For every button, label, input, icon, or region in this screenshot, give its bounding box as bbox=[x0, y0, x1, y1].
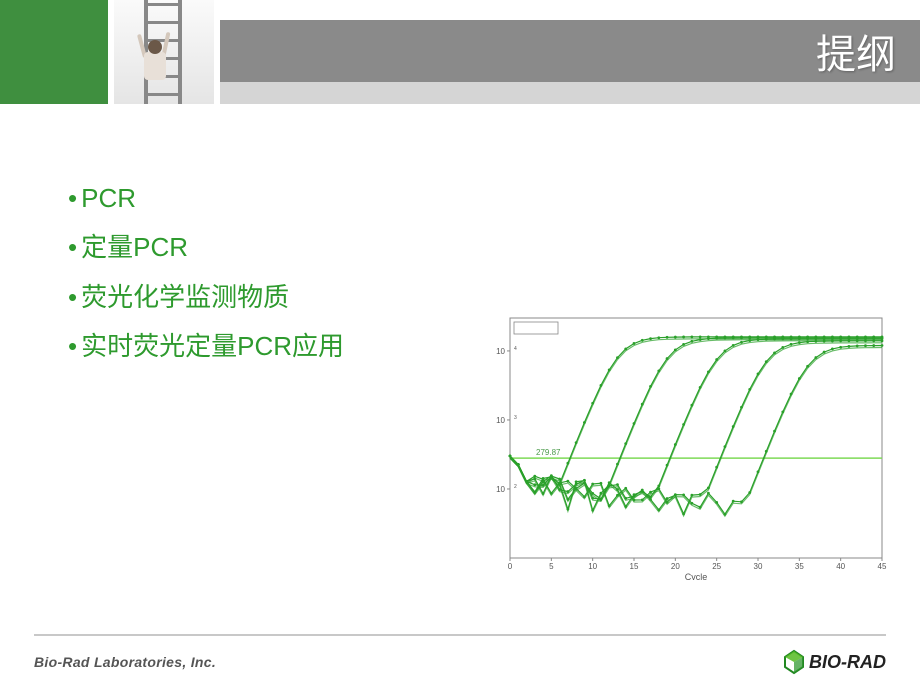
slide-title: 提纲 bbox=[816, 22, 896, 80]
slide-footer: Bio-Rad Laboratories, Inc. BIO-RAD bbox=[0, 634, 920, 690]
header-photo bbox=[114, 0, 214, 104]
list-item: PCR bbox=[68, 174, 920, 223]
svg-text:10: 10 bbox=[496, 485, 505, 494]
svg-text:4: 4 bbox=[514, 346, 517, 352]
title-underbar bbox=[220, 82, 920, 104]
biorad-logo-text: BIO-RAD bbox=[809, 652, 886, 673]
svg-text:25: 25 bbox=[712, 562, 721, 571]
list-item: 定量PCR bbox=[68, 223, 920, 272]
footer-company: Bio-Rad Laboratories, Inc. bbox=[34, 654, 216, 670]
svg-text:10: 10 bbox=[588, 562, 597, 571]
svg-text:3: 3 bbox=[514, 415, 517, 421]
svg-text:10: 10 bbox=[496, 416, 505, 425]
svg-text:15: 15 bbox=[630, 562, 639, 571]
svg-text:30: 30 bbox=[754, 562, 763, 571]
svg-text:2: 2 bbox=[514, 484, 517, 490]
person-climbing bbox=[134, 38, 170, 98]
title-bar: 提纲 bbox=[220, 20, 920, 82]
svg-text:45: 45 bbox=[878, 562, 887, 571]
amplification-chart: 10 2 10 3 10 4 0 5 10 15 20 25 30 35 40 45 279.87 Cycl… bbox=[470, 310, 890, 580]
slide-header: 提纲 bbox=[0, 0, 920, 104]
svg-text:0: 0 bbox=[508, 562, 513, 571]
svg-text:279.87: 279.87 bbox=[536, 448, 561, 457]
biorad-logo: BIO-RAD bbox=[781, 649, 886, 675]
svg-text:Cycle: Cycle bbox=[685, 572, 708, 580]
svg-text:5: 5 bbox=[549, 562, 554, 571]
svg-text:35: 35 bbox=[795, 562, 804, 571]
biorad-logo-mark bbox=[781, 649, 807, 675]
footer-divider bbox=[34, 634, 886, 636]
svg-text:20: 20 bbox=[671, 562, 680, 571]
svg-text:10: 10 bbox=[496, 347, 505, 356]
svg-text:40: 40 bbox=[836, 562, 845, 571]
brand-color-block bbox=[0, 0, 108, 104]
chart-svg: 10 2 10 3 10 4 0 5 10 15 20 25 30 35 40 45 279.87 Cycl… bbox=[470, 310, 890, 580]
